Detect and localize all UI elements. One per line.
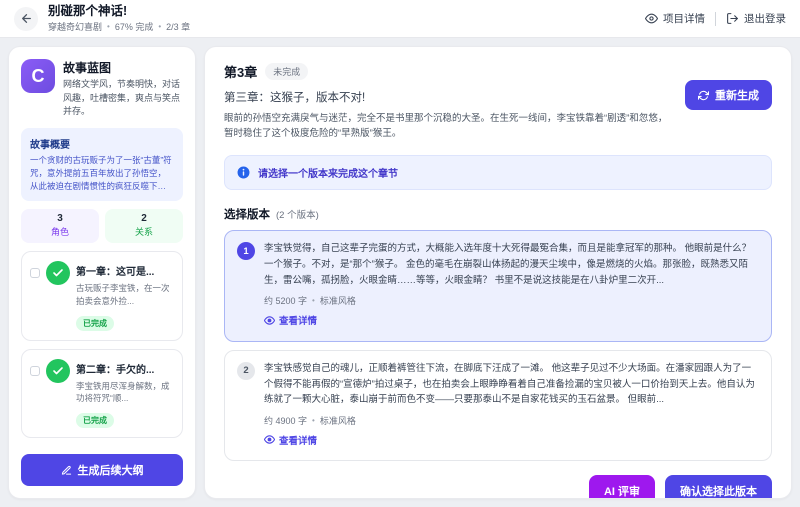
logout-button[interactable]: 退出登录	[726, 11, 786, 26]
chapter-count-label: 2/3 章	[166, 20, 190, 33]
chapter-2-status-badge: 已完成	[76, 413, 114, 428]
header-titles: 别碰那个神话! 穿越奇幻喜剧 • 67% 完成 • 2/3 章	[48, 4, 190, 33]
compass-logo-icon: C	[21, 59, 55, 93]
header-divider	[715, 12, 716, 26]
project-details-label: 项目详情	[663, 11, 705, 26]
version-card-1[interactable]: 1 李宝铁觉得，自己这辈子完蛋的方式，大概能入选年度十大死得最冤合集，而且是能拿…	[224, 230, 772, 342]
select-version-banner: 请选择一个版本来完成这个章节	[224, 155, 772, 190]
chapter-card-2[interactable]: 第二章：手欠的... 李宝铁用尽浑身解数，成功将符咒“顺... 已完成	[21, 349, 183, 439]
chapter-number-label: 第3章	[224, 62, 257, 81]
chapter-title: 第三章：这猴子，版本不对!	[224, 89, 671, 105]
incomplete-status-badge: 未完成	[265, 63, 308, 80]
logout-icon	[726, 12, 739, 25]
check-icon	[52, 365, 64, 377]
app-title: 别碰那个神话!	[48, 4, 190, 19]
version-1-number: 1	[237, 242, 255, 260]
story-blueprint-sidebar: C 故事蓝图 网络文学风，节奏明快，对话风趣，吐槽密集，爽点与笑点并存。 故事概…	[8, 46, 196, 499]
eye-icon	[264, 315, 275, 326]
chapter-1-status-badge: 已完成	[76, 316, 114, 331]
chapter-2-desc: 李宝铁用尽浑身解数，成功将符咒“顺...	[76, 380, 174, 406]
versions-count: (2 个版本)	[276, 207, 319, 221]
story-summary-box: 故事概要 一个贪财的古玩贩子为了一张“古董”符咒，意外提前五百年放出了孙悟空，从…	[21, 128, 183, 202]
ai-review-button[interactable]: AI 评审	[589, 475, 655, 499]
version-2-word-count: 约 4900 字	[264, 414, 307, 427]
separator-dot: •	[107, 22, 110, 31]
confirm-version-button[interactable]: 确认选择此版本	[665, 475, 772, 499]
relations-stat[interactable]: 2 关系	[105, 209, 183, 243]
version-actions: AI 评审 确认选择此版本	[224, 475, 772, 499]
version-1-style: 标准风格	[320, 294, 356, 307]
select-version-banner-text: 请选择一个版本来完成这个章节	[258, 165, 398, 180]
chapter-description: 眼前的孙悟空充满戾气与迷茫，完全不是书里那个沉稳的大圣。在生死一线间，李宝铁靠着…	[224, 111, 671, 141]
version-2-meta: 约 4900 字 • 标准风格	[264, 414, 759, 427]
eye-icon	[264, 434, 275, 445]
separator-dot: •	[312, 296, 315, 305]
chapter-detail-panel: 第3章 未完成 第三章：这猴子，版本不对! 眼前的孙悟空充满戾气与迷茫，完全不是…	[204, 46, 792, 499]
version-1-details-link[interactable]: 查看详情	[264, 313, 317, 327]
relations-label: 关系	[105, 225, 183, 238]
chapter-1-desc: 古玩贩子李宝铁，在一次拍卖会意外捡...	[76, 282, 174, 308]
logout-label: 退出登录	[744, 11, 786, 26]
back-button[interactable]	[14, 7, 38, 31]
version-1-details-label: 查看详情	[279, 313, 317, 327]
generate-outline-button[interactable]: 生成后续大纲	[21, 454, 183, 486]
versions-section-header: 选择版本 (2 个版本)	[224, 206, 772, 222]
story-summary-title: 故事概要	[30, 136, 174, 151]
content-area: C 故事蓝图 网络文学风，节奏明快，对话风趣，吐槽密集，爽点与笑点并存。 故事概…	[0, 38, 800, 507]
versions-title: 选择版本	[224, 206, 270, 222]
progress-label: 67% 完成	[115, 20, 154, 33]
sidebar-subtitle: 网络文学风，节奏明快，对话风趣，吐槽密集，爽点与笑点并存。	[63, 78, 183, 119]
chapter-2-title: 第二章：手欠的...	[76, 361, 174, 376]
characters-count: 3	[21, 213, 99, 224]
chapter-2-checkbox[interactable]	[30, 366, 40, 376]
stats-row: 3 角色 2 关系	[21, 209, 183, 243]
regenerate-button[interactable]: 重新生成	[685, 80, 772, 110]
version-2-number: 2	[237, 362, 255, 380]
chapter-header: 第3章 未完成 第三章：这猴子，版本不对! 眼前的孙悟空充满戾气与迷茫，完全不是…	[224, 62, 772, 141]
pencil-icon	[61, 465, 72, 476]
app-header: 别碰那个神话! 穿越奇幻喜剧 • 67% 完成 • 2/3 章 项目详情 退出登…	[0, 0, 800, 38]
relations-count: 2	[105, 213, 183, 224]
separator-dot: •	[158, 22, 161, 31]
version-2-details-link[interactable]: 查看详情	[264, 433, 317, 447]
app-root: 别碰那个神话! 穿越奇幻喜剧 • 67% 完成 • 2/3 章 项目详情 退出登…	[0, 0, 800, 507]
separator-dot: •	[312, 416, 315, 425]
chapter-list: 第一章：这可是... 古玩贩子李宝铁，在一次拍卖会意外捡... 已完成 第二章：…	[21, 251, 183, 444]
refresh-icon	[698, 90, 709, 101]
version-2-style: 标准风格	[320, 414, 356, 427]
characters-stat[interactable]: 3 角色	[21, 209, 99, 243]
chapter-2-done-icon	[46, 359, 70, 383]
version-card-2[interactable]: 2 李宝铁感觉自己的魂儿，正顺着裤管往下流，在脚底下汪成了一滩。 他这辈子见过不…	[224, 350, 772, 462]
chapter-card-1[interactable]: 第一章：这可是... 古玩贩子李宝铁，在一次拍卖会意外捡... 已完成	[21, 251, 183, 341]
project-details-button[interactable]: 项目详情	[645, 11, 705, 26]
regenerate-label: 重新生成	[715, 87, 759, 103]
story-summary-text: 一个贪财的古玩贩子为了一张“古董”符咒，意外提前五百年放出了孙悟空，从此被迫在剧…	[30, 154, 174, 194]
sidebar-header: C 故事蓝图 网络文学风，节奏明快，对话风趣，吐槽密集，爽点与笑点并存。	[21, 59, 183, 119]
eye-icon	[645, 12, 658, 25]
check-icon	[52, 267, 64, 279]
app-subtitle: 穿越奇幻喜剧 • 67% 完成 • 2/3 章	[48, 20, 190, 33]
header-actions: 项目详情 退出登录	[645, 11, 786, 26]
generate-outline-label: 生成后续大纲	[78, 462, 144, 478]
chapter-1-title: 第一章：这可是...	[76, 263, 174, 278]
arrow-left-icon	[20, 12, 33, 25]
info-icon	[237, 166, 250, 179]
version-1-text: 李宝铁觉得，自己这辈子完蛋的方式，大概能入选年度十大死得最冤合集，而且是能拿冠军…	[264, 241, 759, 288]
version-2-text: 李宝铁感觉自己的魂儿，正顺着裤管往下流，在脚底下汪成了一滩。 他这辈子见过不少大…	[264, 361, 759, 408]
sidebar-title: 故事蓝图	[63, 59, 183, 76]
version-1-meta: 约 5200 字 • 标准风格	[264, 294, 759, 307]
chapter-1-checkbox[interactable]	[30, 268, 40, 278]
genre-label: 穿越奇幻喜剧	[48, 20, 102, 33]
chapter-1-done-icon	[46, 261, 70, 285]
version-1-word-count: 约 5200 字	[264, 294, 307, 307]
characters-label: 角色	[21, 225, 99, 238]
version-2-details-label: 查看详情	[279, 433, 317, 447]
